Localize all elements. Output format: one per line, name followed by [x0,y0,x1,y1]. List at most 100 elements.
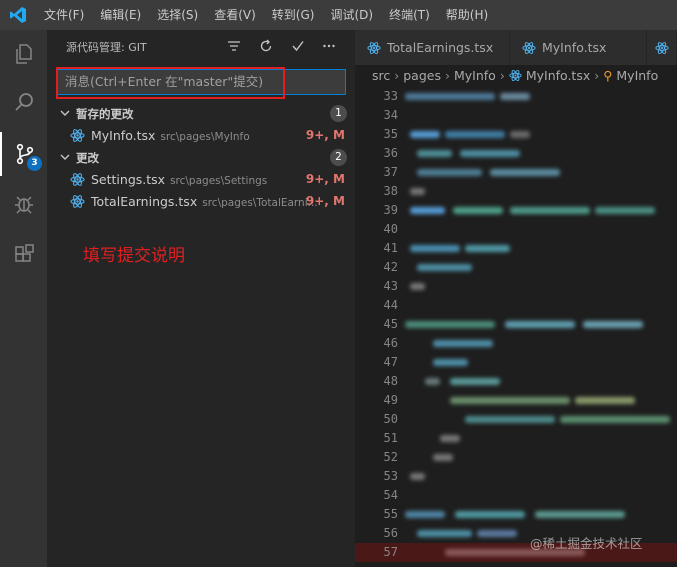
tab-myinfo[interactable]: MyInfo.tsx [510,30,647,65]
code-line[interactable]: 33 [355,87,677,106]
obscured-code [433,340,493,347]
changes-group[interactable]: 更改 2 [47,147,355,169]
staged-changes-group[interactable]: 暂存的更改 1 [47,103,355,125]
code-line[interactable]: 37 [355,163,677,182]
line-number: 34 [383,108,398,122]
code-line[interactable]: 47 [355,353,677,372]
obscured-code [410,188,425,195]
line-number: 38 [383,184,398,198]
scm-header: 源代码管理: GIT [47,30,355,62]
obscured-code [417,169,482,176]
more-actions-icon[interactable] [319,36,339,56]
line-number: 57 [383,545,398,559]
menu-go[interactable]: 转到(G) [264,0,323,30]
chevron-down-icon [60,154,70,160]
refresh-icon[interactable] [256,36,276,56]
obscured-code [595,207,655,214]
annotation-text: 填写提交说明 [83,246,185,266]
menu-help[interactable]: 帮助(H) [438,0,496,30]
chevron-down-icon [60,110,70,116]
breadcrumb-myinfo-folder[interactable]: MyInfo [454,65,496,87]
obscured-code [410,131,440,138]
obscured-code [505,321,575,328]
code-line[interactable]: 46 [355,334,677,353]
code-line[interactable]: 41 [355,239,677,258]
code-line[interactable]: 43 [355,277,677,296]
obscured-code [440,435,460,442]
obscured-code [405,511,445,518]
obscured-code [455,511,525,518]
react-file-icon [70,173,85,186]
menu-view[interactable]: 查看(V) [206,0,264,30]
debug-icon[interactable] [0,182,47,226]
code-line[interactable]: 48 [355,372,677,391]
extensions-icon[interactable] [0,232,47,276]
code-line[interactable]: 35 [355,125,677,144]
code-line[interactable]: 52 [355,448,677,467]
breadcrumb-pages[interactable]: pages [403,65,441,87]
staged-file-myinfo[interactable]: MyInfo.tsx src\pages\MyInfo 9+, M [47,125,355,147]
tab-label: MyInfo.tsx [542,40,607,55]
scm-sidebar: 源代码管理: GIT 消息(Ctrl+Enter 在"master"提交) 暂存… [47,30,355,567]
code-line[interactable]: 40 [355,220,677,239]
line-number: 47 [383,355,398,369]
tab-label: TotalEarnings.tsx [387,40,494,55]
code-line[interactable]: 44 [355,296,677,315]
react-file-icon [509,65,522,87]
obscured-code [477,530,517,537]
code-line[interactable]: 50 [355,410,677,429]
breadcrumb-myinfo-file[interactable]: MyInfo.tsx [526,65,590,87]
obscured-code [510,131,530,138]
chevron-right-icon: › [444,68,450,83]
file-name: Settings.tsx [91,172,166,187]
changed-file-totalearnings[interactable]: TotalEarnings.tsx src\pages\TotalEarni...… [47,191,355,213]
menu-terminal[interactable]: 终端(T) [381,0,438,30]
obscured-code [583,321,643,328]
react-file-icon [70,129,85,142]
code-line[interactable]: 55 [355,505,677,524]
file-status: 9+, M [305,128,345,142]
line-number: 46 [383,336,398,350]
breadcrumb-src[interactable]: src [372,65,390,87]
file-path: src\pages\TotalEarni... [202,197,318,209]
obscured-code [417,530,472,537]
explorer-icon[interactable] [0,32,47,76]
filter-icon[interactable] [224,36,244,56]
code-line[interactable]: 54 [355,486,677,505]
activity-bar: 3 [0,30,47,567]
menu-selection[interactable]: 选择(S) [149,0,206,30]
obscured-code [535,511,625,518]
chevron-right-icon: › [594,68,600,83]
code-line[interactable]: 45 [355,315,677,334]
code-line[interactable]: 42 [355,258,677,277]
title-bar: 文件(F) 编辑(E) 选择(S) 查看(V) 转到(G) 调试(D) 终端(T… [0,0,677,30]
changed-file-settings[interactable]: Settings.tsx src\pages\Settings 9+, M [47,169,355,191]
source-control-icon[interactable]: 3 [0,132,47,176]
code-line[interactable]: 34 [355,106,677,125]
tab-totalearnings[interactable]: TotalEarnings.tsx [355,30,510,65]
obscured-code [465,245,510,252]
breadcrumb-myinfo-symbol[interactable]: MyInfo [616,65,658,87]
code-line[interactable]: 49 [355,391,677,410]
scm-badge: 3 [27,156,42,171]
line-number: 51 [383,431,398,445]
code-line[interactable]: 51 [355,429,677,448]
symbol-icon: ⚲ [603,68,613,83]
menu-edit[interactable]: 编辑(E) [92,0,149,30]
menu-debug[interactable]: 调试(D) [322,0,381,30]
menu-file[interactable]: 文件(F) [36,0,92,30]
code-line[interactable]: 39 [355,201,677,220]
line-number: 43 [383,279,398,293]
line-number: 55 [383,507,398,521]
annotation-highlight-box [56,67,285,99]
line-number: 45 [383,317,398,331]
changes-count-badge: 2 [330,149,347,166]
scm-title: 源代码管理: GIT [66,41,147,54]
commit-check-icon[interactable] [288,36,308,56]
code-line[interactable]: 36 [355,144,677,163]
search-icon[interactable] [0,80,47,124]
code-line[interactable]: 38 [355,182,677,201]
tab-settings[interactable]: Se [647,30,677,65]
code-editor[interactable]: 33 34 35 36 37 38 39 40 41 42 43 44 45 46 47 48 49 50 51 52… [355,87,677,567]
code-line[interactable]: 53 [355,467,677,486]
